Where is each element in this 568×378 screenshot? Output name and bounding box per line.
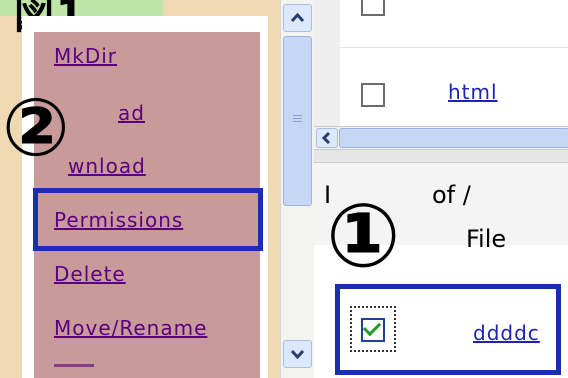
marker-2: ② <box>2 81 70 174</box>
row-checkbox-top[interactable] <box>361 0 385 16</box>
left-border <box>0 16 22 378</box>
row-separator <box>340 47 568 48</box>
menu-item-upload[interactable]: ad <box>118 101 145 125</box>
file-list-gutter <box>314 0 340 145</box>
marker-1: ① <box>326 184 401 287</box>
menu-item-move-rename[interactable]: Move/Rename <box>54 316 207 340</box>
scroll-thumb[interactable] <box>283 36 312 206</box>
scroll-down-button[interactable] <box>283 340 312 368</box>
pane-divider <box>314 150 568 162</box>
chevron-left-icon <box>321 131 331 145</box>
menu-item-download[interactable]: wnload <box>68 154 146 178</box>
scroll-up-button[interactable] <box>283 4 312 32</box>
menu-item-view-partial[interactable] <box>54 364 94 377</box>
horizontal-scroll-thumb[interactable] <box>339 128 568 148</box>
index-path: of / <box>432 181 471 209</box>
permissions-highlight-box <box>33 188 263 251</box>
scroll-left-button[interactable] <box>316 128 338 148</box>
chevron-up-icon <box>290 12 305 23</box>
menu-item-delete[interactable]: Delete <box>54 262 126 286</box>
horizontal-scrollbar[interactable] <box>314 126 568 150</box>
chevron-down-icon <box>290 349 305 360</box>
menu-item-mkdir[interactable]: MkDir <box>54 44 117 68</box>
file-column-header: File <box>466 225 507 253</box>
menu-scrollbar[interactable] <box>280 0 314 378</box>
figure-label: 図1 <box>0 0 163 38</box>
checkbox-highlight-box <box>335 284 561 375</box>
file-link-html[interactable]: html <box>448 80 498 104</box>
row-checkbox-html[interactable] <box>361 83 385 107</box>
